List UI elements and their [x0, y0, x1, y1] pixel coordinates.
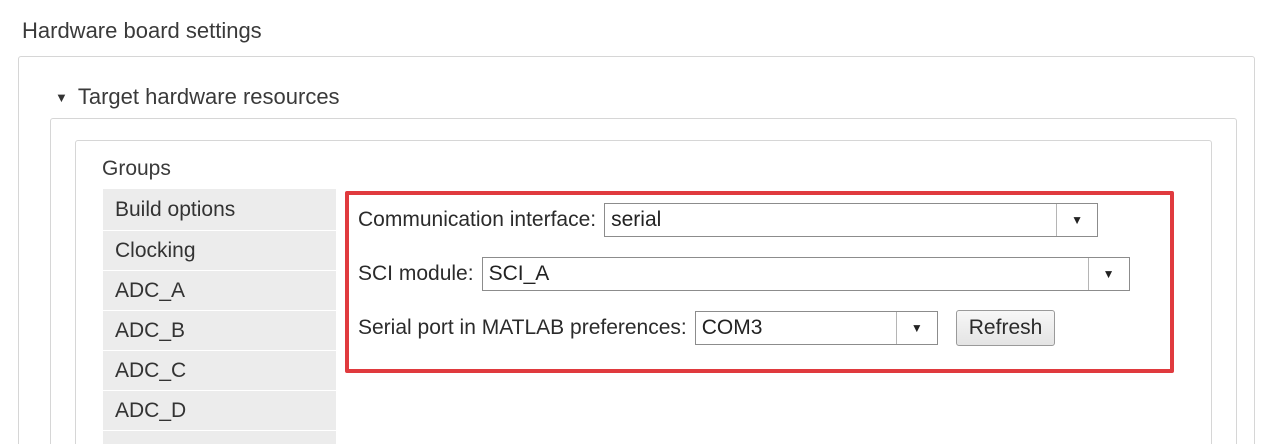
- group-item-build-options[interactable]: Build options: [103, 189, 336, 231]
- collapsible-title: Target hardware resources: [77, 84, 340, 109]
- groups-label: Groups: [102, 157, 171, 180]
- group-item-clocking[interactable]: Clocking: [103, 231, 336, 271]
- hardware-settings-page: Hardware board settings ▼ Target hardwar…: [0, 0, 1269, 444]
- group-list: Build options Clocking ADC_A ADC_B ADC_C…: [103, 189, 336, 444]
- section-title: Hardware board settings: [22, 18, 262, 43]
- group-item-adc-a[interactable]: ADC_A: [103, 271, 336, 311]
- group-item-adc-b[interactable]: ADC_B: [103, 311, 336, 351]
- caret-down-icon: ▼: [55, 89, 68, 105]
- group-item-adc-c[interactable]: ADC_C: [103, 351, 336, 391]
- highlight-annotation-box: [345, 191, 1174, 373]
- group-item-adc-d[interactable]: ADC_D: [103, 391, 336, 431]
- target-hardware-resources-toggle[interactable]: ▼ Target hardware resources: [55, 84, 340, 110]
